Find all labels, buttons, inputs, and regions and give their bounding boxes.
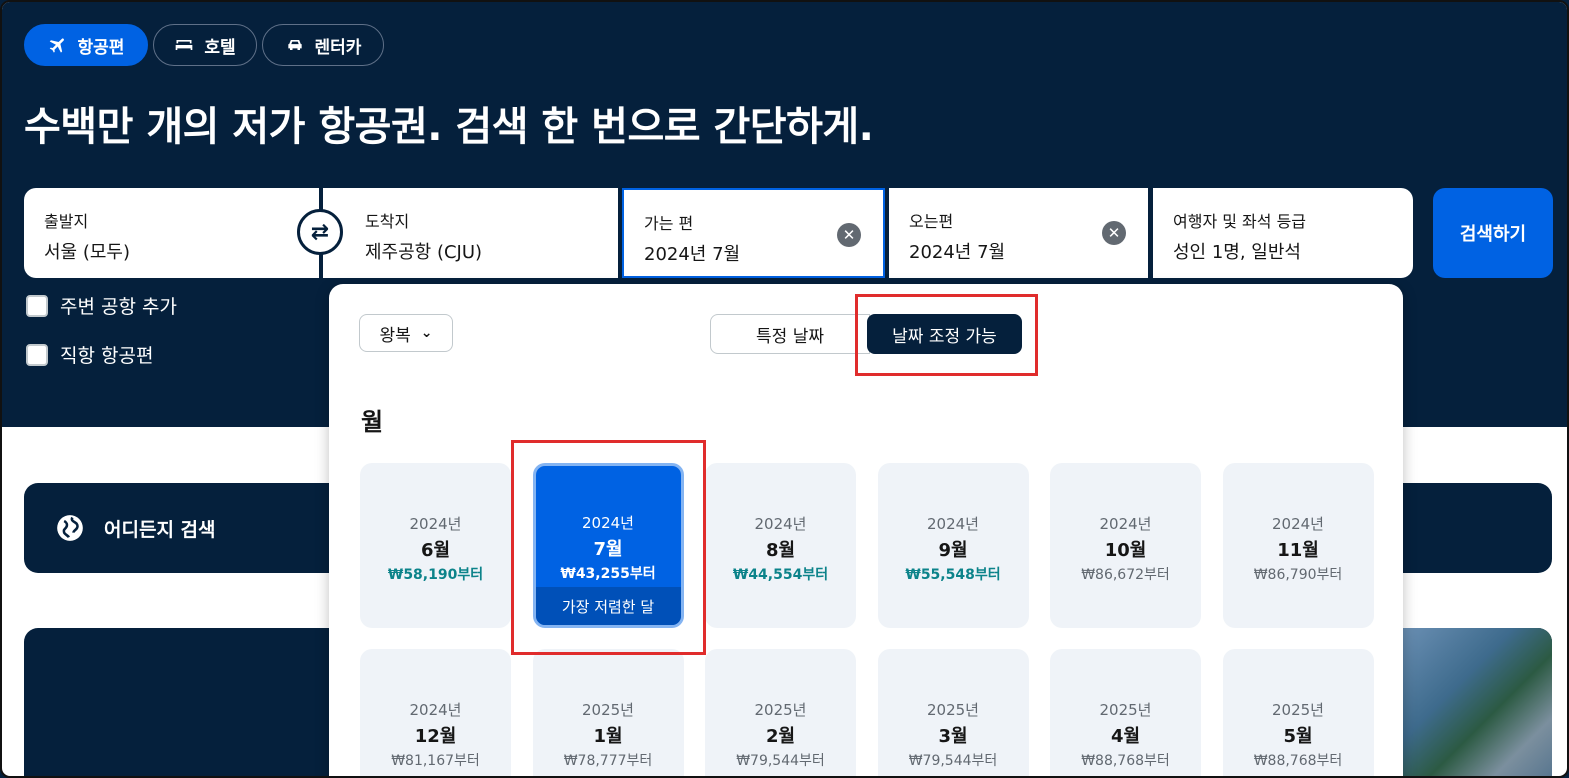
bed-icon [176,40,193,50]
direct-flights-checkbox[interactable]: 직항 항공편 [26,341,153,368]
origin-value: 서울 (모두) [44,242,131,263]
depart-value: 2024년 7월 [644,244,741,265]
month-card[interactable]: 2024년 9월 ₩55,548부터 [877,463,1029,628]
month-card[interactable]: 2024년 12월 ₩81,167부터 [360,649,511,776]
month-name: 10월 [1104,540,1147,561]
month-name: 12월 [414,726,457,747]
month-price: ₩44,554부터 [732,567,829,583]
month-year: 2025년 [754,701,807,719]
month-price: ₩58,190부터 [387,567,484,583]
month-price: ₩79,544부터 [908,753,998,769]
month-price: ₩88,768부터 [1253,753,1343,769]
return-label: 오는편 [909,212,954,231]
month-price: ₩78,777부터 [563,753,653,769]
checkbox-label: 주변 공항 추가 [60,296,177,318]
trip-type-value: 왕복 [379,325,411,346]
tab-label: 항공편 [77,37,125,58]
month-price: ₩81,167부터 [391,753,480,769]
tab-label: 렌터카 [314,37,362,58]
month-year: 2025년 [582,701,634,719]
month-year: 2024년 [927,515,979,533]
month-section-title: 월 [361,408,384,436]
month-card[interactable]: 2025년 2월 ₩79,544부터 [705,649,856,776]
month-card[interactable]: 2025년 3월 ₩79,544부터 [877,649,1029,776]
tab-label: 호텔 [204,37,236,58]
checkbox-label: 직항 항공편 [60,345,154,367]
month-year: 2025년 [927,701,979,719]
month-price: ₩86,790부터 [1253,567,1343,583]
month-price: ₩88,768부터 [1081,753,1170,769]
month-year: 2024년 [754,515,807,533]
month-name: 4월 [1110,726,1141,747]
highlight-box-cheapest [511,440,706,655]
highlight-box-flexible [855,294,1038,376]
month-name: 3월 [938,726,968,747]
origin-field[interactable]: 출발지 서울 (모두) [24,188,319,278]
month-card[interactable]: 2024년 10월 ₩86,672부터 [1050,463,1201,628]
browser-frame: 항공편 호텔 렌터카 수백만 개의 저가 항공권. 검색 한 번으로 간단하게.… [0,0,1569,778]
month-name: 5월 [1283,726,1313,747]
month-year: 2024년 [1272,515,1324,533]
month-year: 2024년 [409,515,462,533]
month-card[interactable]: 2025년 5월 ₩88,768부터 [1222,649,1374,776]
origin-label: 출발지 [44,212,89,231]
airplane-icon [49,38,64,53]
page-title: 수백만 개의 저가 항공권. 검색 한 번으로 간단하게. [24,104,874,150]
month-card[interactable]: 2024년 6월 ₩58,190부터 [360,463,511,628]
checkbox-box[interactable] [26,294,48,317]
month-year: 2025년 [1099,701,1152,719]
tab-hotels[interactable]: 호텔 [153,24,257,66]
month-card[interactable]: 2024년 8월 ₩44,554부터 [705,463,856,628]
month-name: 9월 [938,540,968,561]
month-price: ₩55,548부터 [905,567,1001,583]
search-button[interactable]: 검색하기 [1433,188,1553,278]
tab-car-rental[interactable]: 렌터카 [262,24,384,66]
destination-field[interactable]: 도착지 제주공항 (CJU) [323,188,618,278]
chevron-down-icon: ⌄ [420,325,433,341]
tab-flights[interactable]: 항공편 [24,24,148,66]
car-icon [287,40,302,50]
depart-date-field[interactable]: 가는 편 2024년 7월 ✕ [622,188,885,278]
month-price: ₩79,544부터 [736,753,825,769]
month-year: 2024년 [409,701,462,719]
search-anywhere-label: 어디든지 검색 [104,519,216,541]
globe-icon [57,515,83,541]
tab-specific-dates[interactable]: 특정 날짜 [710,314,870,354]
promo-image [1402,628,1552,776]
month-name: 11월 [1277,540,1319,561]
clear-icon[interactable]: ✕ [837,223,861,247]
month-card[interactable]: 2024년 11월 ₩86,790부터 [1222,463,1374,628]
month-year: 2024년 [1099,515,1152,533]
swap-icon[interactable]: ⇄ [297,209,343,255]
month-card[interactable]: 2025년 4월 ₩88,768부터 [1050,649,1201,776]
month-name: 1월 [593,726,623,747]
travellers-value: 성인 1명, 일반석 [1173,242,1301,263]
month-card[interactable]: 2025년 1월 ₩78,777부터 [532,649,684,776]
trip-type-dropdown[interactable]: 왕복 ⌄ [359,314,453,352]
return-date-field[interactable]: 오는편 2024년 7월 ✕ [889,188,1148,278]
nearby-airports-checkbox[interactable]: 주변 공항 추가 [26,292,177,319]
destination-value: 제주공항 (CJU) [365,242,483,263]
travellers-field[interactable]: 여행자 및 좌석 등급 성인 1명, 일반석 [1153,188,1413,278]
depart-label: 가는 편 [644,214,694,233]
checkbox-box[interactable] [26,343,48,366]
clear-icon[interactable]: ✕ [1102,221,1126,245]
month-name: 2월 [765,726,796,747]
month-year: 2025년 [1272,701,1324,719]
return-value: 2024년 7월 [909,242,1006,263]
month-price: ₩86,672부터 [1081,567,1170,583]
destination-label: 도착지 [365,212,410,231]
month-name: 8월 [765,540,796,561]
month-name: 6월 [420,540,451,561]
travellers-label: 여행자 및 좌석 등급 [1173,212,1307,231]
